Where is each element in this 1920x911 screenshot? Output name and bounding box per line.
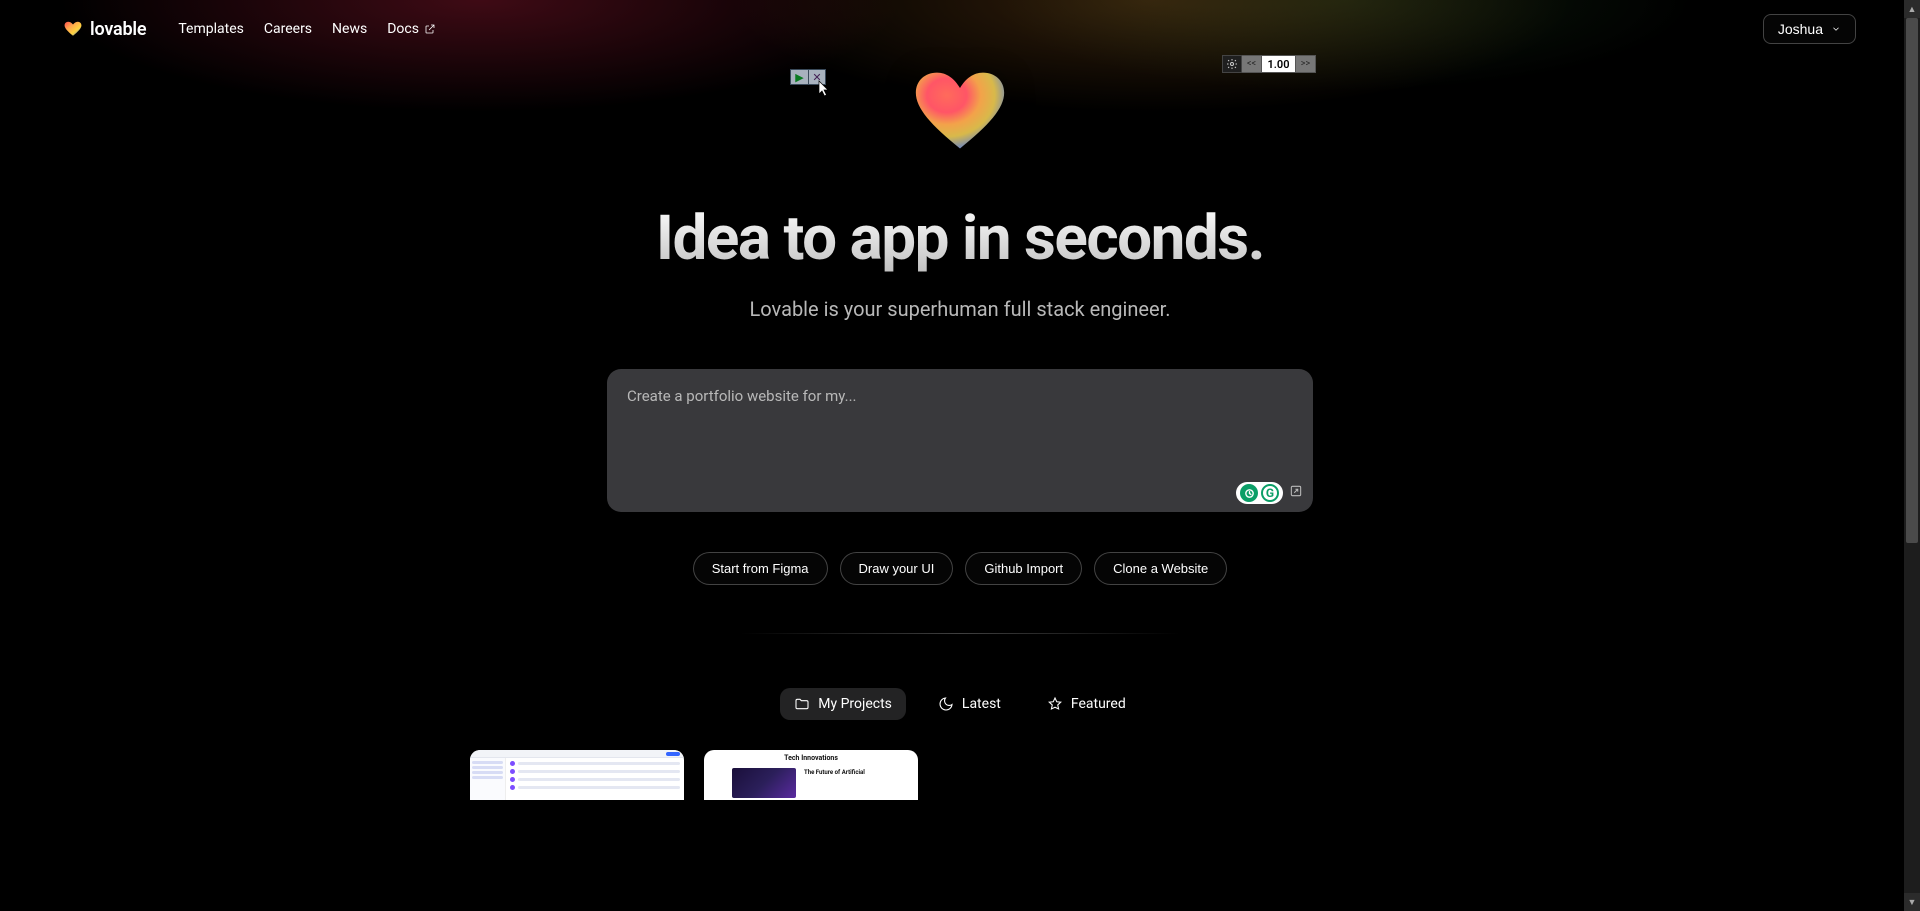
tab-latest[interactable]: Latest <box>924 688 1015 720</box>
prompt-input[interactable] <box>627 387 1293 494</box>
nav-templates[interactable]: Templates <box>178 21 244 37</box>
project-card-2[interactable]: Tech Innovations The Future of Artificia… <box>704 750 918 800</box>
settings-gear-icon[interactable] <box>1222 55 1242 73</box>
star-icon <box>1047 696 1063 712</box>
top-nav: lovable Templates Careers News Docs Josh… <box>0 0 1920 58</box>
quick-actions-row: Start from Figma Draw your UI Github Imp… <box>693 552 1228 585</box>
grammarly-status-icon <box>1240 484 1258 502</box>
zoom-value: 1.00 <box>1262 55 1296 73</box>
tab-my-projects-label: My Projects <box>818 696 892 712</box>
page-scrollbar[interactable]: ▲ ▼ <box>1904 0 1920 911</box>
hero-section: Idea to app in seconds. Lovable is your … <box>0 58 1920 800</box>
tab-featured[interactable]: Featured <box>1033 688 1140 720</box>
brand-name: lovable <box>90 19 146 40</box>
moon-icon <box>938 696 954 712</box>
github-import-button[interactable]: Github Import <box>965 552 1082 585</box>
prompt-actions: G <box>1236 482 1303 504</box>
prompt-box: G <box>607 369 1313 512</box>
brand-logo[interactable]: lovable <box>64 19 146 40</box>
nav-docs-label: Docs <box>387 21 419 37</box>
folder-icon <box>794 696 810 712</box>
tab-latest-label: Latest <box>962 696 1001 712</box>
scroll-down-arrow[interactable]: ▼ <box>1904 893 1920 911</box>
chevron-down-icon <box>1831 24 1841 34</box>
zoom-next-button[interactable]: >> <box>1296 55 1316 73</box>
playback-play-icon[interactable]: ▶ <box>791 70 808 84</box>
scroll-thumb[interactable] <box>1906 18 1918 543</box>
hero-headline: Idea to app in seconds. <box>656 202 1264 275</box>
heart-icon <box>64 21 82 37</box>
nav-news[interactable]: News <box>332 21 367 37</box>
hero-logo <box>912 68 1008 160</box>
start-figma-button[interactable]: Start from Figma <box>693 552 828 585</box>
project-card-1[interactable] <box>470 750 684 800</box>
playback-widget: ▶ ✕ <box>790 69 826 85</box>
nav-docs[interactable]: Docs <box>387 21 436 37</box>
tab-featured-label: Featured <box>1071 696 1126 712</box>
nav-careers[interactable]: Careers <box>264 21 312 37</box>
user-name: Joshua <box>1778 21 1823 37</box>
grammarly-pill[interactable]: G <box>1236 482 1283 504</box>
hero-subhead: Lovable is your superhuman full stack en… <box>750 297 1171 321</box>
project-cards-row: Tech Innovations The Future of Artificia… <box>470 750 1450 800</box>
user-menu-button[interactable]: Joshua <box>1763 14 1856 44</box>
card2-thumbnail <box>732 768 796 798</box>
clone-website-button[interactable]: Clone a Website <box>1094 552 1227 585</box>
section-divider <box>740 633 1180 634</box>
grammarly-g-icon: G <box>1261 484 1279 502</box>
zoom-prev-button[interactable]: << <box>1242 55 1262 73</box>
playback-close-icon[interactable]: ✕ <box>808 70 825 84</box>
tab-my-projects[interactable]: My Projects <box>780 688 906 720</box>
nav-links: Templates Careers News Docs <box>178 21 436 37</box>
expand-icon[interactable] <box>1289 484 1303 502</box>
project-tabs: My Projects Latest Featured <box>780 688 1140 720</box>
draw-ui-button[interactable]: Draw your UI <box>840 552 954 585</box>
scroll-track[interactable] <box>1904 18 1920 893</box>
card2-headline: The Future of Artificial <box>804 770 894 777</box>
scroll-up-arrow[interactable]: ▲ <box>1904 0 1920 18</box>
zoom-widget: << 1.00 >> <box>1222 55 1316 73</box>
card2-title: Tech Innovations <box>704 754 918 762</box>
heart-icon <box>912 68 1008 156</box>
external-link-icon <box>424 23 436 35</box>
